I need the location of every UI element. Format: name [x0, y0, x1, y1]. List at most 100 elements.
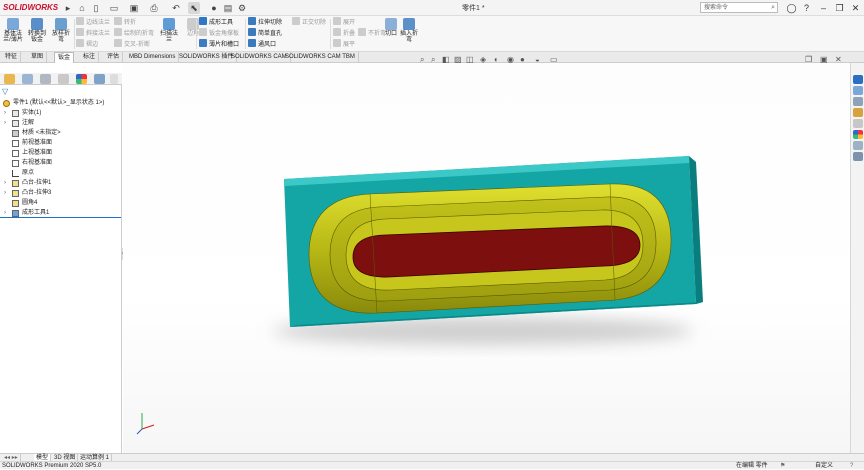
insert-bends-icon — [403, 18, 415, 30]
tree-item-solid-bodies[interactable]: › 实体(1) — [0, 108, 121, 118]
convert-sheetmetal-button[interactable]: 转换到钣金 — [26, 18, 48, 43]
tree-item-annotations[interactable]: › 注解 — [0, 118, 121, 128]
expand-arrow-icon[interactable]: › — [4, 118, 6, 128]
rip-icon — [385, 18, 397, 30]
forum-icon[interactable] — [853, 152, 863, 161]
configuration-manager-tab-icon[interactable] — [40, 74, 51, 84]
file-properties-icon[interactable]: ▤ — [222, 2, 234, 14]
tab-and-slot-button[interactable]: 薄片和槽口 — [199, 39, 239, 49]
extruded-cut-button[interactable]: 拉伸切除 — [248, 17, 282, 27]
select-icon[interactable]: ⬉ — [188, 2, 200, 14]
forming-tool-button[interactable]: 成形工具 — [199, 17, 233, 27]
tree-item-fillet4[interactable]: 圆角4 — [0, 198, 121, 208]
tab-markup[interactable]: 标注 — [80, 52, 100, 63]
tab-sheetmetal[interactable]: 钣金 — [54, 52, 75, 63]
sketched-bend-button[interactable]: 绘制的折弯 — [114, 28, 154, 38]
rebuild-icon[interactable]: ● — [208, 2, 220, 14]
vent-button[interactable]: 通风口 — [248, 39, 276, 49]
design-library-icon[interactable] — [853, 86, 863, 95]
restore-button[interactable]: ❐ — [833, 2, 846, 14]
dimxpert-tab-icon[interactable] — [58, 74, 69, 84]
search-commands-input[interactable]: 搜索命令 ⌕ — [700, 2, 778, 13]
graphics-viewport[interactable] — [123, 63, 850, 455]
annotations-icon — [12, 120, 19, 127]
flatten-button[interactable]: 展平 — [333, 39, 355, 49]
tab-sketch[interactable]: 草图 — [28, 52, 48, 63]
fold-button[interactable]: 折叠 — [333, 28, 355, 38]
menu-arrow-icon[interactable]: ▸ — [62, 2, 74, 14]
account-icon[interactable]: ◯ — [785, 2, 798, 14]
lofted-bend-icon — [55, 18, 67, 30]
base-flange-button[interactable]: 基体法兰/薄片 — [2, 18, 24, 43]
feature-manager-tab-icon[interactable] — [4, 74, 15, 84]
appearances-icon[interactable] — [853, 119, 863, 128]
expand-arrow-icon[interactable]: › — [4, 178, 6, 188]
normal-cut-button[interactable]: 正交切除 — [292, 17, 326, 27]
model-view[interactable] — [123, 63, 850, 455]
new-document-icon[interactable]: ▯ — [90, 2, 102, 14]
tree-item-boss-extrude3[interactable]: › 凸台-拉伸3 — [0, 188, 121, 198]
search-icon[interactable]: ⌕ — [771, 3, 775, 13]
expand-arrow-icon[interactable]: › — [4, 108, 6, 118]
tree-item-top-plane[interactable]: 上视基准面 — [0, 148, 121, 158]
file-explorer-icon[interactable] — [853, 97, 863, 106]
tree-item-forming-tool1[interactable]: › 成形工具1 — [0, 208, 121, 218]
tree-item-origin[interactable]: 原点 — [0, 168, 121, 178]
miter-flange-button[interactable]: 斜接法兰 — [76, 28, 110, 38]
expand-arrow-icon[interactable]: › — [4, 188, 6, 198]
simple-hole-button[interactable]: 简单直孔 — [248, 28, 282, 38]
tab-features[interactable]: 特征 — [2, 52, 22, 63]
edge-flange-button[interactable]: 边线法兰 — [76, 17, 110, 27]
filter-icon[interactable]: ▽ — [2, 87, 8, 96]
swept-flange-button[interactable]: 扫描法兰 — [158, 18, 180, 43]
tree-item-right-plane[interactable]: 右视基准面 — [0, 158, 121, 168]
hem-button[interactable]: 褶边 — [76, 39, 98, 49]
tab-mbd-dimensions[interactable]: MBD Dimensions — [126, 52, 180, 63]
simple-hole-icon — [248, 28, 256, 36]
flatten-icon — [333, 39, 341, 47]
expand-arrow-icon[interactable]: › — [4, 208, 6, 218]
tab-solidworks-cam-tbm[interactable]: SOLIDWORKS CAM TBM — [282, 52, 359, 63]
close-button[interactable]: ✕ — [849, 2, 862, 14]
home-icon[interactable]: ⌂ — [76, 2, 88, 14]
sheetmetal-gusset-button[interactable]: 钣金角撑板 — [199, 28, 239, 38]
lofted-bend-button[interactable]: 放样折弯 — [50, 18, 72, 43]
solid-bodies-icon — [12, 110, 19, 117]
minimize-button[interactable]: – — [817, 2, 830, 14]
tree-root-part[interactable]: 零件1 (默认<<默认>_显示状态 1>) — [0, 98, 121, 108]
convert-sheetmetal-icon — [31, 18, 43, 30]
print-icon[interactable]: ⎙ — [148, 2, 160, 14]
app-logo[interactable]: SOLIDWORKS — [3, 3, 58, 12]
tree-item-material[interactable]: 材质 <未指定> — [0, 128, 121, 138]
forming-tool-icon — [199, 17, 207, 25]
forming-tool-icon — [12, 210, 19, 217]
part-icon — [3, 100, 10, 107]
property-manager-tab-icon[interactable] — [22, 74, 33, 84]
custom-properties-icon[interactable] — [853, 141, 863, 150]
options-icon[interactable]: ⚙ — [236, 2, 248, 14]
swept-flange-icon — [163, 18, 175, 30]
view-palette-icon[interactable] — [853, 108, 863, 117]
more-tabs-icon[interactable] — [110, 74, 118, 84]
miter-flange-icon — [76, 28, 84, 36]
undo-icon[interactable]: ↶ — [170, 2, 182, 14]
open-icon[interactable]: ▭ — [108, 2, 120, 14]
insert-bends-button[interactable]: 插入折弯 — [398, 18, 420, 43]
help-icon[interactable]: ? — [800, 2, 813, 14]
cross-break-button[interactable]: 交叉-折断 — [114, 39, 150, 49]
reference-triad — [136, 413, 155, 435]
no-bends-icon — [358, 28, 366, 36]
tab-evaluate[interactable]: 评估 — [104, 52, 124, 63]
save-icon[interactable]: ▣ — [128, 2, 140, 14]
corners-icon — [187, 18, 199, 30]
solidworks-resources-icon[interactable] — [853, 75, 863, 84]
display-manager-tab-icon[interactable] — [76, 74, 87, 84]
jog-button[interactable]: 转折 — [114, 17, 136, 27]
scenes-icon[interactable] — [853, 130, 863, 139]
tree-item-front-plane[interactable]: 前视基准面 — [0, 138, 121, 148]
unfold-button[interactable]: 展开 — [333, 17, 355, 27]
tree-item-boss-extrude1[interactable]: › 凸台-拉伸1 — [0, 178, 121, 188]
cam-tab-icon[interactable] — [94, 74, 105, 84]
edge-flange-icon — [76, 17, 84, 25]
extrude-icon — [12, 180, 19, 187]
